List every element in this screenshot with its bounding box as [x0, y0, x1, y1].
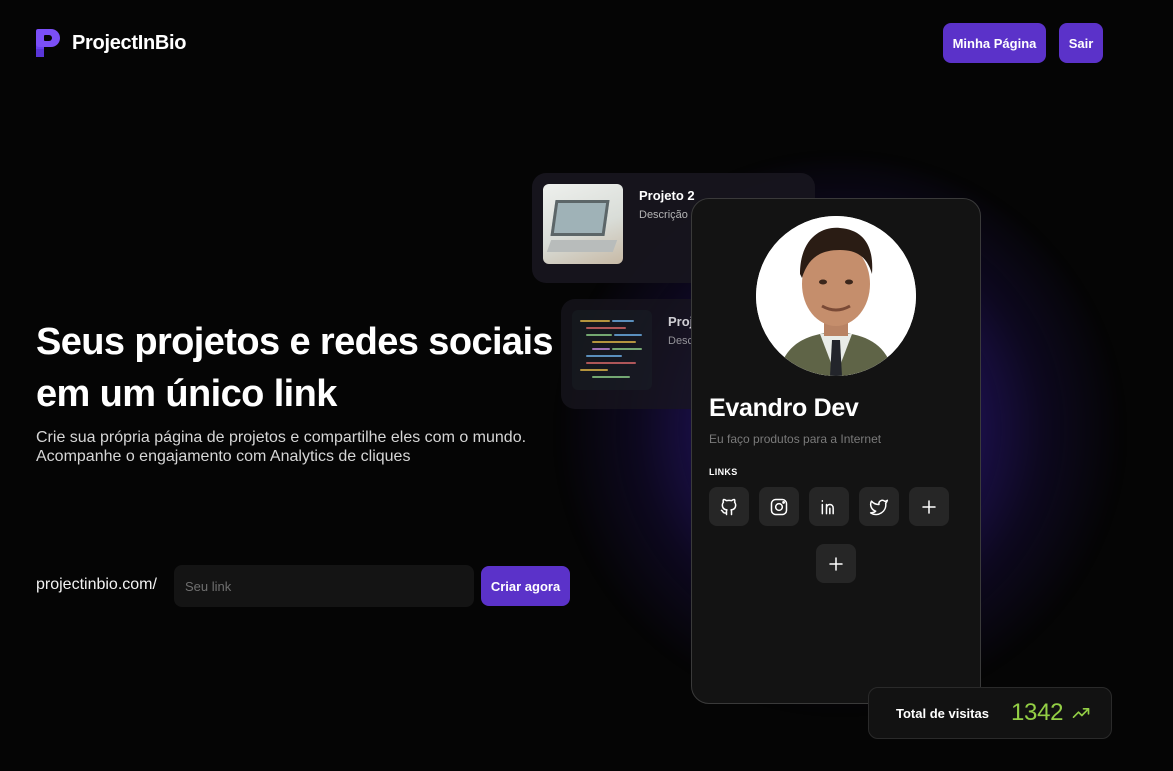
- instagram-link[interactable]: [759, 487, 799, 526]
- github-link[interactable]: [709, 487, 749, 526]
- linkedin-icon: [821, 499, 834, 514]
- url-prefix: projectinbio.com/: [36, 576, 157, 593]
- project-description: Descrição: [639, 209, 688, 221]
- project-title: Projeto 2: [639, 188, 695, 203]
- landing-page: ProjectInBio Minha Página Sair Projeto 2…: [0, 0, 1173, 771]
- hero-subtitle-line: Acompanhe o engajamento com Analytics de…: [36, 448, 411, 465]
- profile-bio: Eu faço produtos para a Internet: [709, 432, 882, 446]
- logo-icon: [36, 29, 60, 57]
- linkedin-link[interactable]: [809, 487, 849, 526]
- my-page-button[interactable]: Minha Página: [943, 23, 1046, 63]
- visits-count: 1342: [1010, 699, 1064, 726]
- project-info: Projeto 2 Descrição: [639, 184, 695, 272]
- social-links: [709, 487, 949, 526]
- hero-title-line: em um único link: [36, 373, 337, 415]
- add-project-button[interactable]: [816, 544, 856, 583]
- add-link-button[interactable]: [909, 487, 949, 526]
- project-title: Proj: [668, 314, 694, 329]
- github-icon: [720, 498, 737, 515]
- links-label: LINKS: [709, 467, 738, 477]
- avatar: [756, 216, 916, 376]
- hero-subtitle: Crie sua própria página de projetos e co…: [36, 428, 576, 466]
- twitter-link[interactable]: [859, 487, 899, 526]
- hero-subtitle-line: Crie sua própria página de projetos e co…: [36, 429, 527, 446]
- instagram-icon: [770, 498, 788, 515]
- visits-card: Total de visitas 1342: [868, 687, 1112, 739]
- plus-icon: [829, 556, 843, 571]
- link-input[interactable]: [174, 565, 474, 607]
- plus-icon: [922, 499, 936, 514]
- hero-title: Seus projetos e redes sociais em um únic…: [36, 316, 596, 420]
- twitter-icon: [869, 499, 889, 515]
- logo[interactable]: ProjectInBio: [36, 29, 187, 57]
- profile-name: Evandro Dev: [709, 394, 859, 422]
- project-info: Proj Desc: [668, 310, 693, 398]
- project-description: Desc: [668, 335, 694, 347]
- create-now-button[interactable]: Criar agora: [481, 566, 570, 606]
- logo-text: ProjectInBio: [72, 31, 187, 54]
- hero-title-line: Seus projetos e redes sociais: [36, 321, 554, 363]
- logout-button[interactable]: Sair: [1059, 23, 1103, 63]
- project-thumbnail: [543, 184, 623, 264]
- profile-card: Evandro Dev Eu faço produtos para a Inte…: [691, 198, 981, 704]
- trending-up-icon: [1071, 703, 1091, 723]
- visits-label: Total de visitas: [896, 705, 989, 721]
